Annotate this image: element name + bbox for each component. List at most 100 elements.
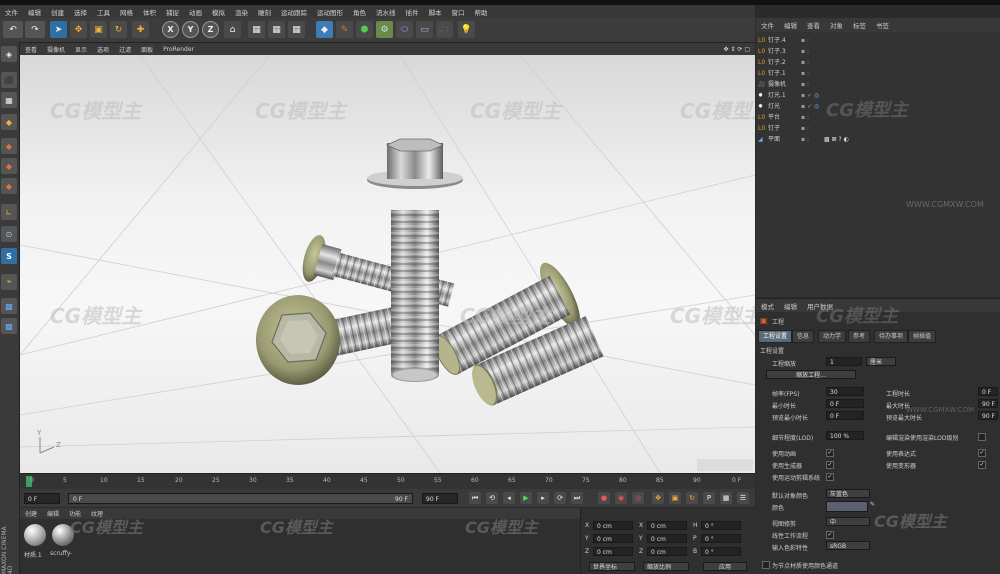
position-z-field[interactable]: 0 cm: [593, 547, 633, 556]
planar-workplane-icon[interactable]: ▩: [1, 298, 17, 314]
menu-simulate[interactable]: 模拟: [207, 7, 230, 17]
go-to-end-icon[interactable]: ⏭: [571, 492, 583, 504]
key-rotation-icon[interactable]: ↻: [686, 492, 698, 504]
tweak-icon[interactable]: ⊙: [1, 226, 17, 242]
visibility-dots-icon[interactable]: ▪ :: [801, 123, 809, 134]
material-swatch[interactable]: [24, 524, 46, 546]
timeline-ruler[interactable]: 0 5 10 15 20 25 30 35 40 45 50 55 60 65 …: [20, 473, 755, 490]
next-key-icon[interactable]: ⟳: [554, 492, 566, 504]
menu-create[interactable]: 创建: [46, 7, 69, 17]
coordinate-mode-dropdown[interactable]: 世界坐标: [589, 562, 635, 571]
menu-file[interactable]: 文件: [0, 7, 23, 17]
next-frame-icon[interactable]: ▸: [537, 492, 549, 504]
workplane-icon[interactable]: ◆: [1, 114, 17, 130]
object-row[interactable]: L0 钉子.1 ▪ :: [756, 68, 1000, 79]
viewport-menu-prorender[interactable]: ProRender: [158, 46, 199, 53]
z-axis-lock-icon[interactable]: Z: [202, 21, 219, 38]
visibility-dots-icon[interactable]: ▪ :: [801, 35, 809, 46]
menu-render[interactable]: 渲染: [230, 7, 253, 17]
use-generators-checkbox[interactable]: ✓: [826, 461, 834, 469]
menu-window[interactable]: 窗口: [447, 7, 470, 17]
viewport-menu-cameras[interactable]: 摄像机: [42, 45, 70, 54]
lock-workplane-icon[interactable]: ⌖: [1, 274, 17, 290]
tab-todo[interactable]: 待办事项: [874, 330, 909, 343]
pen-spline-icon[interactable]: ✎: [336, 21, 353, 38]
points-mode-icon[interactable]: ◆: [1, 138, 17, 154]
camera-icon[interactable]: 🎥: [436, 21, 453, 38]
x-axis-lock-icon[interactable]: X: [162, 21, 179, 38]
view-clipping-dropdown[interactable]: 中: [826, 517, 870, 526]
lod-field[interactable]: 100 %: [826, 431, 864, 440]
project-scale-field[interactable]: 1: [826, 357, 862, 366]
snap-icon[interactable]: S: [1, 248, 17, 264]
make-editable-icon[interactable]: ◈: [1, 46, 17, 62]
coordinate-system-icon[interactable]: ⌂: [224, 21, 241, 38]
autokey-icon[interactable]: ◉: [615, 492, 627, 504]
key-parameter-icon[interactable]: P: [703, 492, 715, 504]
cube-icon[interactable]: ◆: [316, 21, 333, 38]
render-settings-icon[interactable]: ▦: [288, 21, 305, 38]
menu-script[interactable]: 脚本: [424, 7, 447, 17]
linear-workflow-checkbox[interactable]: ✓: [826, 531, 834, 539]
viewport-menu-view[interactable]: 查看: [20, 45, 42, 54]
viewport-menu-display[interactable]: 显示: [70, 45, 92, 54]
render-picture-viewer-icon[interactable]: ▦: [268, 21, 285, 38]
input-color-profile-dropdown[interactable]: sRGB: [826, 541, 870, 550]
preview-max-field[interactable]: 90 F: [978, 411, 998, 420]
end-frame-field[interactable]: 90 F: [422, 493, 458, 504]
floor-icon[interactable]: ▭: [416, 21, 433, 38]
menu-tools[interactable]: 工具: [92, 7, 115, 17]
key-scale-icon[interactable]: ▣: [669, 492, 681, 504]
use-animation-checkbox[interactable]: ✓: [826, 449, 834, 457]
default-object-color-dropdown[interactable]: 灰蓝色: [826, 489, 870, 498]
material-tags-icon[interactable]: ▩ ⊠ ? ◐: [824, 134, 849, 145]
select-cursor-icon[interactable]: ➤: [50, 21, 67, 38]
position-x-field[interactable]: 0 cm: [593, 521, 633, 530]
visibility-dots-icon[interactable]: ▪ :: [801, 68, 809, 79]
menu-edit[interactable]: 编辑: [23, 7, 46, 17]
om-menu-file[interactable]: 文件: [756, 20, 779, 30]
menu-character[interactable]: 角色: [348, 7, 371, 17]
key-pla-icon[interactable]: ▦: [720, 492, 732, 504]
visibility-dots-icon[interactable]: ▪ :: [801, 112, 809, 123]
cloner-icon[interactable]: ⚙: [376, 21, 393, 38]
om-menu-view[interactable]: 查看: [802, 20, 825, 30]
menu-mograph[interactable]: 运动图形: [312, 7, 348, 17]
max-time-field[interactable]: 90 F: [978, 399, 998, 408]
viewport-menu-filter[interactable]: 过滤: [114, 45, 136, 54]
apply-button[interactable]: 应用: [703, 562, 747, 571]
viewport-navigation-icon[interactable]: ✥ ⇕ ⟳ ▢: [719, 46, 755, 53]
render-view-icon[interactable]: ▦: [248, 21, 265, 38]
deformer-icon[interactable]: ⬭: [396, 21, 413, 38]
tab-key-interpolation[interactable]: 帧插值: [908, 330, 937, 343]
at-menu-edit[interactable]: 编辑: [779, 301, 802, 311]
size-y-field[interactable]: 0 cm: [647, 534, 687, 543]
project-scale-unit-dropdown[interactable]: 厘米: [866, 357, 896, 366]
object-row[interactable]: L0 钉子.2 ▪ :: [756, 57, 1000, 68]
viewport-menu-panel[interactable]: 面板: [136, 45, 158, 54]
menu-help[interactable]: 帮助: [470, 7, 493, 17]
size-x-field[interactable]: 0 cm: [647, 521, 687, 530]
model-mode-icon[interactable]: ⬛: [1, 72, 17, 88]
om-menu-edit[interactable]: 编辑: [779, 20, 802, 30]
om-menu-bookmarks[interactable]: 书签: [871, 20, 894, 30]
3d-viewport[interactable]: Y Z CG模型主 CG模型主 CG模型主 CG模型主 CG模型主 CG模型主 …: [20, 55, 755, 473]
scale-icon[interactable]: ▣: [90, 21, 107, 38]
menu-plugins[interactable]: 插件: [401, 7, 424, 17]
menu-snap[interactable]: 捕捉: [161, 7, 184, 17]
object-row[interactable]: L0 钉子.4 ▪ :: [756, 35, 1000, 46]
play-icon[interactable]: ▶: [520, 492, 532, 504]
object-row[interactable]: L0 钉子.3 ▪ :: [756, 46, 1000, 57]
tab-project-settings[interactable]: 工程设置: [758, 330, 793, 343]
object-row[interactable]: 🎥 摄像机 ▪ :: [756, 79, 1000, 90]
menu-animate[interactable]: 动画: [184, 7, 207, 17]
preview-min-field[interactable]: 0 F: [826, 411, 864, 420]
go-to-start-icon[interactable]: ⏮: [469, 492, 481, 504]
object-row[interactable]: L0 钉子 ▪ :: [756, 123, 1000, 134]
om-menu-objects[interactable]: 对象: [825, 20, 848, 30]
tab-info[interactable]: 信息: [792, 330, 815, 343]
tab-dynamics[interactable]: 动力学: [818, 330, 847, 343]
record-icon[interactable]: ●: [598, 492, 610, 504]
size-mode-dropdown[interactable]: 缩放比例: [643, 562, 689, 571]
previous-key-icon[interactable]: ⟲: [486, 492, 498, 504]
